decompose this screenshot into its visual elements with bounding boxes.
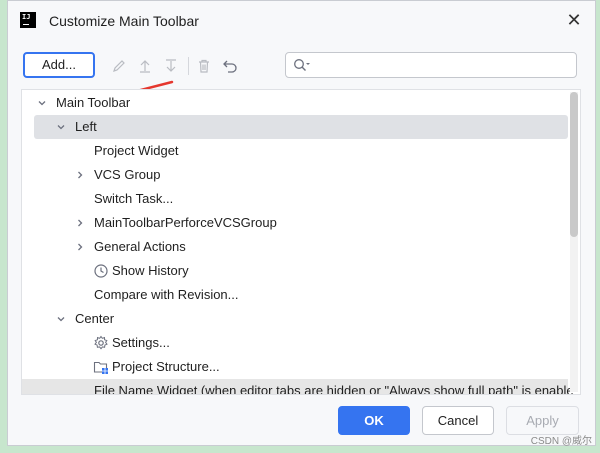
tree-node-label: Center bbox=[75, 311, 115, 326]
customize-toolbar-dialog: IJ Customize Main Toolbar ✕ Add... Main … bbox=[7, 0, 596, 446]
restore-undo-icon[interactable] bbox=[222, 58, 238, 74]
chevron-right-icon[interactable] bbox=[72, 235, 88, 259]
gear-icon bbox=[94, 335, 108, 350]
toolbar-separator bbox=[188, 57, 189, 75]
clock-icon bbox=[94, 264, 108, 278]
chevron-down-icon[interactable] bbox=[53, 115, 69, 139]
folder-grid-icon bbox=[93, 361, 108, 374]
watermark-text: CSDN @威尔 bbox=[530, 436, 592, 447]
chevron-down-icon[interactable] bbox=[53, 307, 69, 331]
move-down-icon[interactable] bbox=[163, 58, 179, 74]
title-bar: IJ Customize Main Toolbar ✕ bbox=[8, 1, 595, 41]
toolbar-actions-tree: Main Toolbar Left Project Widget VCS Gro… bbox=[21, 89, 581, 395]
close-icon[interactable]: ✕ bbox=[565, 11, 583, 29]
tree-node-label: General Actions bbox=[94, 239, 186, 254]
tree-node-file-name-widget[interactable]: File Name Widget (when editor tabs are h… bbox=[22, 379, 574, 394]
tree-node-center[interactable]: Center bbox=[22, 307, 568, 331]
tree-node-label: File Name Widget (when editor tabs are h… bbox=[94, 383, 574, 395]
tree-node-left[interactable]: Left bbox=[34, 115, 568, 139]
tree-node-label: MainToolbarPerforceVCSGroup bbox=[94, 215, 277, 230]
add-button[interactable]: Add... bbox=[23, 52, 95, 78]
intellij-logo-icon: IJ bbox=[20, 12, 36, 28]
search-icon bbox=[294, 59, 310, 71]
tree-node-switch-task[interactable]: Switch Task... bbox=[22, 187, 568, 211]
tree-node-main-toolbar[interactable]: Main Toolbar bbox=[22, 91, 568, 115]
tree-node-label: Main Toolbar bbox=[56, 95, 131, 110]
chevron-right-icon[interactable] bbox=[72, 211, 88, 235]
tree-toolbar: Add... bbox=[8, 49, 595, 98]
tree-node-label: Compare with Revision... bbox=[94, 287, 239, 302]
cancel-button[interactable]: Cancel bbox=[422, 406, 494, 435]
scrollbar-thumb[interactable] bbox=[570, 92, 578, 237]
tree-node-label: Show History bbox=[112, 263, 189, 278]
chevron-down-icon[interactable] bbox=[34, 91, 50, 115]
tree-node-label: VCS Group bbox=[94, 167, 161, 182]
tree-node-label: Project Structure... bbox=[112, 359, 220, 374]
delete-trash-icon[interactable] bbox=[196, 58, 212, 74]
search-input[interactable] bbox=[316, 55, 570, 77]
tree-node-label: Settings... bbox=[112, 335, 170, 350]
tree-node-perforce-vcs-group[interactable]: MainToolbarPerforceVCSGroup bbox=[22, 211, 568, 235]
edit-pencil-icon[interactable] bbox=[111, 58, 127, 74]
tree-node-vcs-group[interactable]: VCS Group bbox=[22, 163, 568, 187]
tree-node-settings[interactable]: Settings... bbox=[22, 331, 568, 355]
tree-node-project-widget[interactable]: Project Widget bbox=[22, 139, 568, 163]
apply-button[interactable]: Apply bbox=[506, 406, 579, 435]
tree-node-general-actions[interactable]: General Actions bbox=[22, 235, 568, 259]
tree-node-label: Left bbox=[75, 119, 97, 134]
tree-node-show-history[interactable]: Show History bbox=[22, 259, 568, 283]
tree-node-label: Switch Task... bbox=[94, 191, 174, 206]
dialog-title: Customize Main Toolbar bbox=[49, 13, 199, 29]
tree-node-label: Project Widget bbox=[94, 143, 179, 158]
tree-scrollbar[interactable] bbox=[570, 92, 578, 392]
search-box[interactable] bbox=[285, 52, 577, 78]
chevron-right-icon[interactable] bbox=[72, 163, 88, 187]
ok-button[interactable]: OK bbox=[338, 406, 410, 435]
move-up-icon[interactable] bbox=[137, 58, 153, 74]
tree-node-compare-with-revision[interactable]: Compare with Revision... bbox=[22, 283, 568, 307]
tree-node-project-structure[interactable]: Project Structure... bbox=[22, 355, 568, 379]
